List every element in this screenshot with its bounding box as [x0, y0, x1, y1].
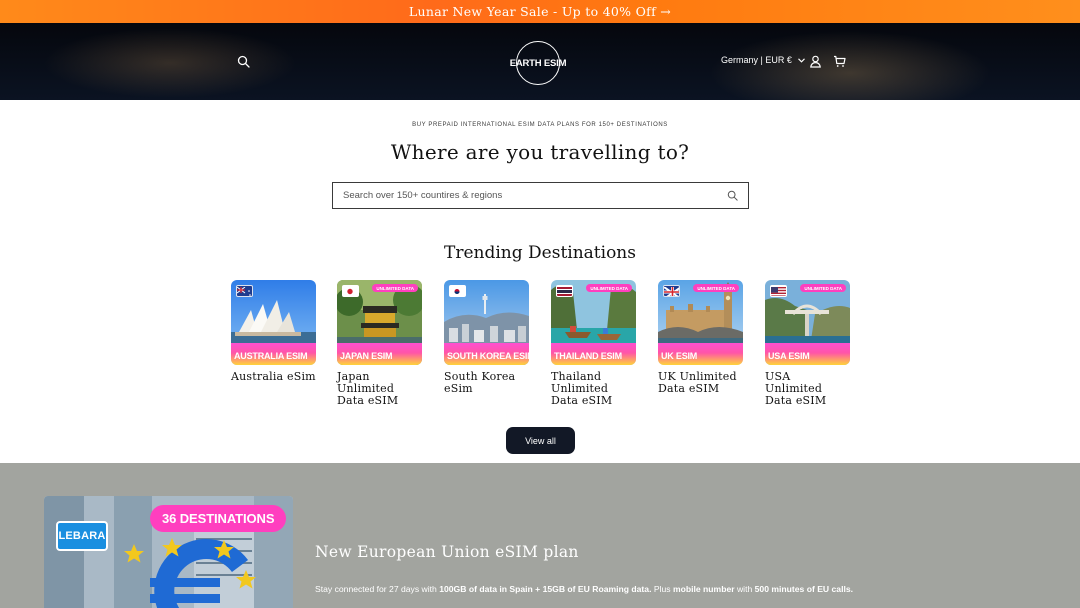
destination-card-australia[interactable]: AUSTRALIA ESIM Australia eSim	[231, 280, 316, 383]
destination-band-label: USA ESIM	[768, 351, 810, 361]
eu-plan-description: Stay connected for 27 days with 100GB of…	[315, 584, 853, 594]
eu-desc-part: Stay connected for 27 days with	[315, 584, 440, 594]
eu-desc-part: Plus	[651, 584, 673, 594]
destination-card-usa[interactable]: UNLIMITED DATA USA ESIM USA Unlimited Da…	[765, 280, 850, 406]
site-header: EARTH ESIM Germany | EUR €	[0, 23, 1080, 100]
eu-desc-number-highlight: mobile number	[672, 584, 735, 594]
destination-band-label: SOUTH KOREA ESIM	[447, 351, 529, 361]
destination-band-label: THAILAND ESIM	[554, 351, 622, 361]
destination-search[interactable]	[332, 182, 749, 209]
unlimited-data-badge: UNLIMITED DATA	[693, 284, 739, 292]
destination-card-uk[interactable]: UNLIMITED DATA UK ESIM UK Unlimited Data…	[658, 280, 743, 395]
destination-thumbnail[interactable]: UNLIMITED DATA UK ESIM	[658, 280, 743, 365]
announcement-text[interactable]: Lunar New Year Sale - Up to 40% Off →	[409, 4, 671, 19]
unlimited-data-badge: UNLIMITED DATA	[372, 284, 418, 292]
destination-thumbnail[interactable]: UNLIMITED DATA USA ESIM	[765, 280, 850, 365]
hero-title: Where are you travelling to?	[390, 140, 690, 164]
destination-name[interactable]: USA Unlimited Data eSIM	[765, 371, 850, 407]
provider-logo-text: LEBARA	[58, 530, 106, 542]
destination-thumbnail[interactable]: AUSTRALIA ESIM	[231, 280, 316, 365]
header-search-button[interactable]	[233, 51, 253, 71]
cart-button[interactable]	[829, 51, 849, 71]
usa-flag-icon	[770, 285, 787, 297]
destination-band-label: AUSTRALIA ESIM	[234, 351, 308, 361]
destination-card-japan[interactable]: UNLIMITED DATA JAPAN ESIM Japan Unlimite…	[337, 280, 422, 406]
destinations-badge-text: 36 DESTINATIONS	[162, 511, 275, 526]
thailand-flag-icon	[556, 285, 573, 297]
destination-card-south-korea[interactable]: SOUTH KOREA ESIM South Korea eSim	[444, 280, 529, 395]
locale-label: Germany | EUR €	[721, 55, 792, 65]
destination-band-label: UK ESIM	[661, 351, 698, 361]
destination-name[interactable]: UK Unlimited Data eSIM	[658, 371, 743, 395]
trending-title: Trending Destinations	[444, 243, 636, 263]
destination-band-label: JAPAN ESIM	[340, 351, 393, 361]
destination-name[interactable]: Thailand Unlimited Data eSIM	[551, 371, 636, 407]
eu-plan-image[interactable]: LEBARA 36 DESTINATIONS	[44, 496, 293, 608]
search-icon[interactable]	[727, 190, 738, 201]
hero-eyebrow: BUY PREPAID INTERNATIONAL ESIM DATA PLAN…	[412, 122, 668, 128]
south-korea-flag-icon	[449, 285, 466, 297]
eu-plan-title: New European Union eSIM plan	[315, 543, 579, 561]
destination-thumbnail[interactable]: UNLIMITED DATA JAPAN ESIM	[337, 280, 422, 365]
destination-name[interactable]: South Korea eSim	[444, 371, 529, 395]
locale-selector[interactable]: Germany | EUR €	[721, 55, 805, 65]
destination-thumbnail[interactable]: UNLIMITED DATA THAILAND ESIM	[551, 280, 636, 365]
eu-plan-section: LEBARA 36 DESTINATIONS New European Unio…	[0, 463, 1080, 608]
unlimited-data-badge: UNLIMITED DATA	[800, 284, 846, 292]
destination-thumbnail[interactable]: SOUTH KOREA ESIM	[444, 280, 529, 365]
destination-name[interactable]: Japan Unlimited Data eSIM	[337, 371, 422, 407]
japan-flag-icon	[342, 285, 359, 297]
user-icon	[809, 55, 821, 68]
cart-icon	[833, 55, 846, 67]
unlimited-data-badge: UNLIMITED DATA	[586, 284, 632, 292]
provider-logo: LEBARA	[56, 521, 108, 551]
view-all-button[interactable]: View all	[506, 427, 575, 454]
announcement-bar[interactable]: Lunar New Year Sale - Up to 40% Off →	[0, 0, 1080, 23]
destination-card-thailand[interactable]: UNLIMITED DATA THAILAND ESIM Thailand Un…	[551, 280, 636, 406]
australia-flag-icon	[236, 285, 253, 297]
eu-desc-data-highlight: 100GB of data in Spain + 15GB of EU Roam…	[439, 584, 652, 594]
destination-search-input[interactable]	[343, 190, 727, 201]
search-icon	[237, 55, 250, 68]
chevron-down-icon	[797, 57, 805, 63]
destinations-badge: 36 DESTINATIONS	[150, 505, 287, 532]
uk-flag-icon	[663, 285, 680, 297]
account-button[interactable]	[805, 51, 825, 71]
brand-logo[interactable]: EARTH ESIM	[510, 41, 566, 85]
brand-logo-text: EARTH ESIM	[509, 57, 567, 69]
destination-name[interactable]: Australia eSim	[231, 371, 316, 383]
eu-desc-minutes-highlight: 500 minutes of EU calls.	[754, 584, 854, 594]
eu-desc-part: with	[734, 584, 755, 594]
